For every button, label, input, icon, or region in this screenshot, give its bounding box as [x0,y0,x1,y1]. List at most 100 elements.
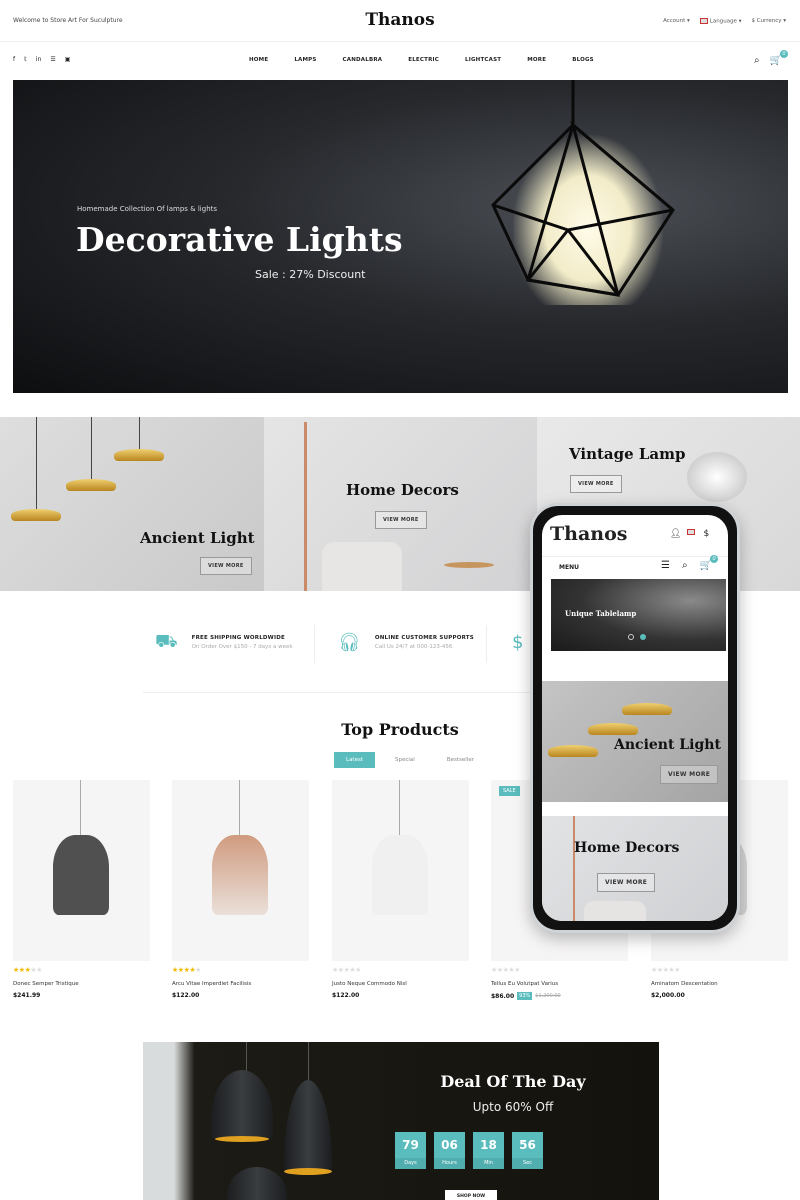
sale-badge: SALE [499,786,520,796]
feature-subtitle: On Order Over $150 - 7 days a week [191,644,293,650]
shop-now-button[interactable]: SHOP NOW [445,1190,497,1200]
discount-badge: 93% [517,992,533,1000]
facebook-icon[interactable]: f [13,56,15,63]
geometric-lamp-icon [491,80,675,297]
product-price: $122.00 [172,992,200,999]
banner-ancient-light[interactable]: Ancient Light VIEW MORE [0,417,264,591]
tab-latest[interactable]: Latest [334,752,375,768]
rating-stars: ★★★★★ [13,966,42,974]
nav-lamps[interactable]: LAMPS [294,57,316,63]
banner-title: Ancient Light [614,737,721,753]
product-name[interactable]: Aminatom Descentation [651,981,718,987]
product-card[interactable] [172,780,309,961]
search-icon[interactable]: ⌕ [682,560,688,571]
feature-shipping: ⛟ FREE SHIPPING WORLDWIDE On Order Over $… [155,620,293,665]
hero-slider[interactable]: Homemade Collection Of lamps & lights De… [13,80,788,393]
account-dropdown[interactable]: Account ▾ [663,18,690,24]
banner-home-decors[interactable]: Home Decors VIEW MORE [264,417,537,591]
product-image[interactable] [372,835,428,915]
hero-sale-text: Sale : 27% Discount [255,268,366,281]
countdown-sec: 56 Sec [512,1132,543,1169]
slider-dot[interactable] [628,634,634,640]
user-icon[interactable]: 👤︎ [670,529,681,539]
product-price: $2,000.00 [651,992,685,999]
hero-title: Decorative Lights [76,220,403,259]
product-price: $122.00 [332,992,360,999]
rating-stars: ★★★★★ [332,966,361,974]
headset-icon: 🎧︎ [338,632,361,653]
banner-title: Home Decors [346,481,459,499]
twitter-icon[interactable]: 𝕥 [24,56,27,63]
countdown-days: 79 Days [395,1132,426,1169]
phone-logo: Thanos [550,523,628,545]
product-name[interactable]: Arcu Vitae Imperdiet Facilisis [172,981,251,987]
banner-title: Home Decors [574,840,680,856]
nav-electric[interactable]: ELECTRIC [408,57,439,63]
product-name[interactable]: Tellus Eu Volutpat Varius [491,981,558,987]
rating-stars: ★★★★★ [491,966,520,974]
linkedin-icon[interactable]: in [36,56,41,63]
feature-support: 🎧︎ ONLINE CUSTOMER SUPPORTS Call Us 24/7 … [338,620,474,665]
product-tabs: Latest Special Bestseller [334,752,494,768]
tab-special[interactable]: Special [383,752,427,768]
money-bag-icon: $ [512,632,524,653]
rating-stars: ★★★★★ [651,966,680,974]
top-bar: Welcome to Store Art For Suculpture Than… [0,0,800,42]
feature-title: ONLINE CUSTOMER SUPPORTS [374,635,474,641]
view-more-button[interactable]: VIEW MORE [570,475,622,493]
nav-candalbra[interactable]: CANDALBRA [343,57,383,63]
view-more-button[interactable]: VIEW MORE [597,873,656,892]
divider [143,692,543,693]
product-name[interactable]: Donec Semper Tristique [13,981,79,987]
nav-blogs[interactable]: BLOGS [572,57,594,63]
phone-mockup: Thanos 👤︎ $ MENU ☰ ⌕ 🛒 0 Unique Tablelamp A… [530,503,740,933]
feature-subtitle: Call Us 24/7 at 000-123-456 [374,644,453,650]
phone-banner-home-decors[interactable]: Home Decors VIEW MORE [542,816,728,921]
phone-slider[interactable]: Unique Tablelamp [551,579,726,651]
deal-subtitle: Upto 60% Off [472,1100,554,1114]
currency-icon[interactable]: $ [703,529,709,539]
language-dropdown[interactable]: Language ▾ [699,18,742,25]
deal-of-the-day: Deal Of The Day Upto 60% Off 79 Days 06 Ho… [143,1042,659,1200]
hero-subtitle: Homemade Collection Of lamps & lights [77,205,218,213]
rss-icon[interactable]: ☰ [50,56,55,63]
product-image[interactable] [212,835,268,915]
product-card[interactable] [13,780,150,961]
section-title: Top Products [341,720,459,739]
nav-more[interactable]: MORE [527,57,546,63]
product-price: $241.99 [13,992,41,999]
deal-title: Deal Of The Day [440,1072,586,1091]
cart-icon[interactable]: 🛒 0 [700,555,719,571]
flag-icon[interactable] [687,529,696,535]
youtube-icon[interactable]: ▣ [65,56,71,63]
main-nav: f 𝕥 in ☰ ▣ HOME LAMPS CANDALBRA ELECTRIC… [0,42,800,80]
phone-menu[interactable]: MENU [559,564,579,571]
cart-icon[interactable]: 🛒 0 [770,50,788,66]
view-more-button[interactable]: VIEW MORE [200,557,252,575]
slider-title: Unique Tablelamp [565,609,637,618]
phone-screen: Thanos 👤︎ $ MENU ☰ ⌕ 🛒 0 Unique Tablelamp A… [542,515,728,921]
cart-count: 0 [710,555,719,563]
product-price: $86.00 [491,992,515,1000]
view-more-button[interactable]: VIEW MORE [375,511,427,529]
truck-icon: ⛟ [155,630,178,652]
product-card[interactable] [332,780,469,961]
nav-home[interactable]: HOME [249,57,268,63]
language-label: Language ▾ [709,18,742,25]
tab-bestseller[interactable]: Bestseller [435,752,486,768]
product-image[interactable] [53,835,109,915]
phone-banner-ancient-light[interactable]: Ancient Light VIEW MORE [542,681,728,802]
search-icon[interactable]: ⌕ [754,55,760,66]
rating-stars: ★★★★★ [172,966,201,974]
currency-dropdown[interactable]: $ Currency ▾ [751,18,786,24]
nav-lightcast[interactable]: LIGHTCAST [465,57,501,63]
product-name[interactable]: Justo Neque Commodo Nisl [332,981,407,987]
view-more-button[interactable]: VIEW MORE [660,765,719,784]
countdown-min: 18 Min [473,1132,504,1169]
cart-count: 0 [780,50,788,58]
hamburger-icon[interactable]: ☰ [661,560,670,571]
slider-dot-active[interactable] [640,634,646,640]
feature-title: FREE SHIPPING WORLDWIDE [191,635,285,641]
banner-title: Ancient Light [140,529,255,547]
old-price: $1,200.00 [535,993,561,999]
